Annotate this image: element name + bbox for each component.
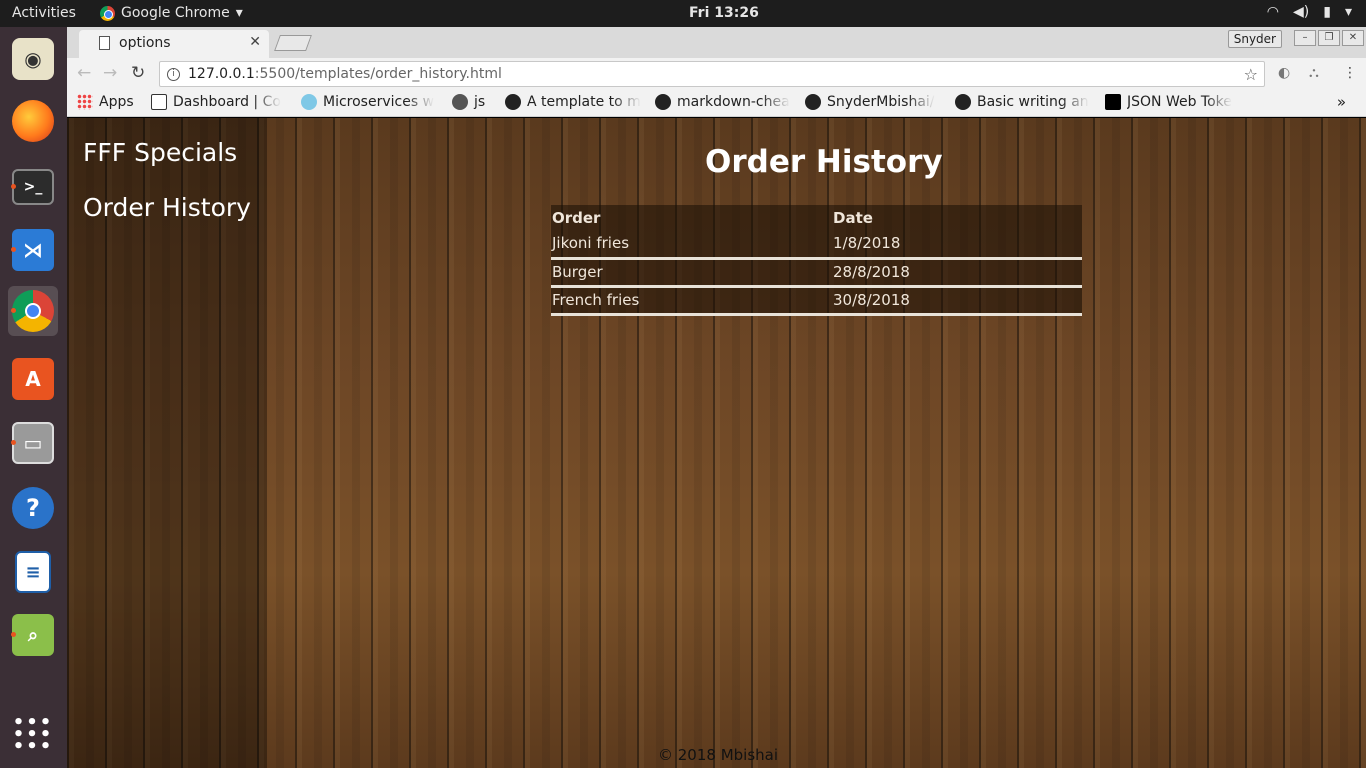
more-bookmarks-icon[interactable]: » <box>1337 93 1346 111</box>
help-icon: ? <box>12 487 54 529</box>
document-icon: ≡ <box>15 551 51 593</box>
bookmark-basic-writing[interactable]: Basic writing an <box>955 94 1095 110</box>
address-bar[interactable]: i 127.0.0.1:5500/templates/order_history… <box>159 61 1265 87</box>
chrome-icon <box>12 290 54 332</box>
dock-writer[interactable]: ≡ <box>8 547 58 597</box>
table-header-row: Order Date <box>551 205 1082 230</box>
page-title: Order History <box>705 144 943 180</box>
chrome-icon <box>100 5 115 21</box>
bookmark-snydermbishai[interactable]: SnyderMbishai/ <box>805 94 945 110</box>
bookmark-jwt[interactable]: JSON Web Toke <box>1105 94 1245 110</box>
volume-icon: ◀) <box>1293 4 1310 20</box>
browser-toolbar: ← → ↻ i 127.0.0.1:5500/templates/order_h… <box>67 58 1366 89</box>
battery-icon: ▮ <box>1323 4 1331 20</box>
order-cell: Jikoni fries <box>551 230 832 260</box>
github-icon <box>805 94 821 110</box>
date-cell: 28/8/2018 <box>832 258 1082 288</box>
sidebar: FFF Specials Order History <box>67 118 267 768</box>
system-tray[interactable]: ◠ ◀) ▮ ▾ <box>1267 4 1352 20</box>
nav-order-history[interactable]: Order History <box>83 193 251 222</box>
order-cell: French fries <box>551 286 832 316</box>
globe-icon <box>301 94 317 110</box>
circle-logo-icon <box>452 94 468 110</box>
info-icon[interactable]: i <box>167 68 180 81</box>
close-window-button[interactable]: ✕ <box>1342 30 1364 46</box>
back-button[interactable]: ← <box>77 63 91 83</box>
order-history-table: Order Date Jikoni fries 1/8/2018 Burger … <box>551 205 1082 316</box>
bookmark-template[interactable]: A template to m <box>505 94 645 110</box>
window-controls: – ❐ ✕ <box>1294 30 1364 46</box>
new-tab-button[interactable] <box>274 35 312 51</box>
page-icon <box>151 94 167 110</box>
dock-vscode[interactable]: ⋊ <box>8 225 58 275</box>
dock: ◉ >_ ⋊ A ▭ ? ≡ ⌕ ••• ••• ••• <box>0 27 67 768</box>
bookmarks-bar: Apps Dashboard | Co Microservices w js A… <box>67 89 1366 117</box>
table-row: Burger 28/8/2018 <box>551 258 1082 288</box>
bookmark-apps[interactable]: Apps <box>77 94 145 110</box>
bookmark-star-icon[interactable]: ☆ <box>1244 65 1258 84</box>
wifi-icon: ◠ <box>1266 4 1280 20</box>
dock-files[interactable]: ▭ <box>8 418 58 468</box>
web-page: FFF Specials Order History Order History… <box>67 118 1366 768</box>
firefox-icon <box>12 100 54 142</box>
dock-software[interactable]: A <box>8 354 58 404</box>
tab-strip: options ✕ Snyder – ❐ ✕ <box>67 27 1366 58</box>
forward-button[interactable]: → <box>103 63 117 83</box>
github-icon <box>505 94 521 110</box>
table-row: Jikoni fries 1/8/2018 <box>551 230 1082 260</box>
bookmark-js[interactable]: js <box>452 94 502 110</box>
minimize-button[interactable]: – <box>1294 30 1316 46</box>
column-header: Date <box>833 208 873 227</box>
close-icon[interactable]: ✕ <box>249 34 261 50</box>
maximize-button[interactable]: ❐ <box>1318 30 1340 46</box>
bookmark-markdown[interactable]: markdown-chea <box>655 94 795 110</box>
url-host: 127.0.0.1 <box>188 66 255 82</box>
date-cell: 1/8/2018 <box>832 230 1082 260</box>
system-top-bar: Activities Google Chrome ▾ Fri 13:26 ◠ ◀… <box>0 0 1366 27</box>
order-cell: Burger <box>551 258 832 288</box>
dock-rhythmbox[interactable]: ◉ <box>8 34 58 84</box>
page-icon <box>99 36 110 50</box>
clock[interactable]: Fri 13:26 <box>689 5 759 21</box>
menu-icon[interactable]: ⋮ <box>1343 65 1357 81</box>
vscode-icon: ⋊ <box>12 229 54 271</box>
app-menu-label: Google Chrome <box>121 5 230 21</box>
activities-button[interactable]: Activities <box>12 5 76 21</box>
github-icon <box>955 94 971 110</box>
date-cell: 30/8/2018 <box>832 286 1082 316</box>
dock-firefox[interactable] <box>8 96 58 146</box>
github-icon <box>655 94 671 110</box>
profile-button[interactable]: Snyder <box>1227 30 1282 48</box>
show-applications-button[interactable]: ••• ••• ••• <box>8 710 58 760</box>
shopping-bag-icon: A <box>12 358 54 400</box>
nav-fff-specials[interactable]: FFF Specials <box>83 138 237 167</box>
terminal-icon: >_ <box>12 169 54 205</box>
app-menu[interactable]: Google Chrome ▾ <box>100 5 243 21</box>
dock-help[interactable]: ? <box>8 483 58 533</box>
tab-title: options <box>119 35 171 51</box>
extension-icon[interactable]: ◐ <box>1278 65 1290 81</box>
magnifier-icon: ⌕ <box>12 614 54 656</box>
extension-icon[interactable]: ⛬ <box>1309 65 1319 81</box>
bookmark-microservices[interactable]: Microservices w <box>301 94 441 110</box>
dock-chrome[interactable] <box>8 286 58 336</box>
chevron-down-icon: ▾ <box>235 5 243 21</box>
footer-copyright: © 2018 Mbishai <box>658 746 779 764</box>
chevron-down-icon: ▾ <box>1344 4 1352 20</box>
table-row: French fries 30/8/2018 <box>551 286 1082 316</box>
jwt-icon <box>1105 94 1121 110</box>
url-path: :5500/templates/order_history.html <box>254 66 502 82</box>
reload-button[interactable]: ↻ <box>131 63 145 83</box>
file-cabinet-icon: ▭ <box>12 422 54 464</box>
apps-grid-icon <box>77 94 93 110</box>
bookmark-dashboard[interactable]: Dashboard | Co <box>151 94 289 110</box>
dock-image-viewer[interactable]: ⌕ <box>8 610 58 660</box>
tab-options[interactable]: options ✕ <box>79 30 269 58</box>
dock-terminal[interactable]: >_ <box>8 162 58 212</box>
speaker-icon: ◉ <box>12 38 54 80</box>
column-header: Order <box>552 208 601 227</box>
grid-icon: ••• ••• ••• <box>12 712 54 757</box>
